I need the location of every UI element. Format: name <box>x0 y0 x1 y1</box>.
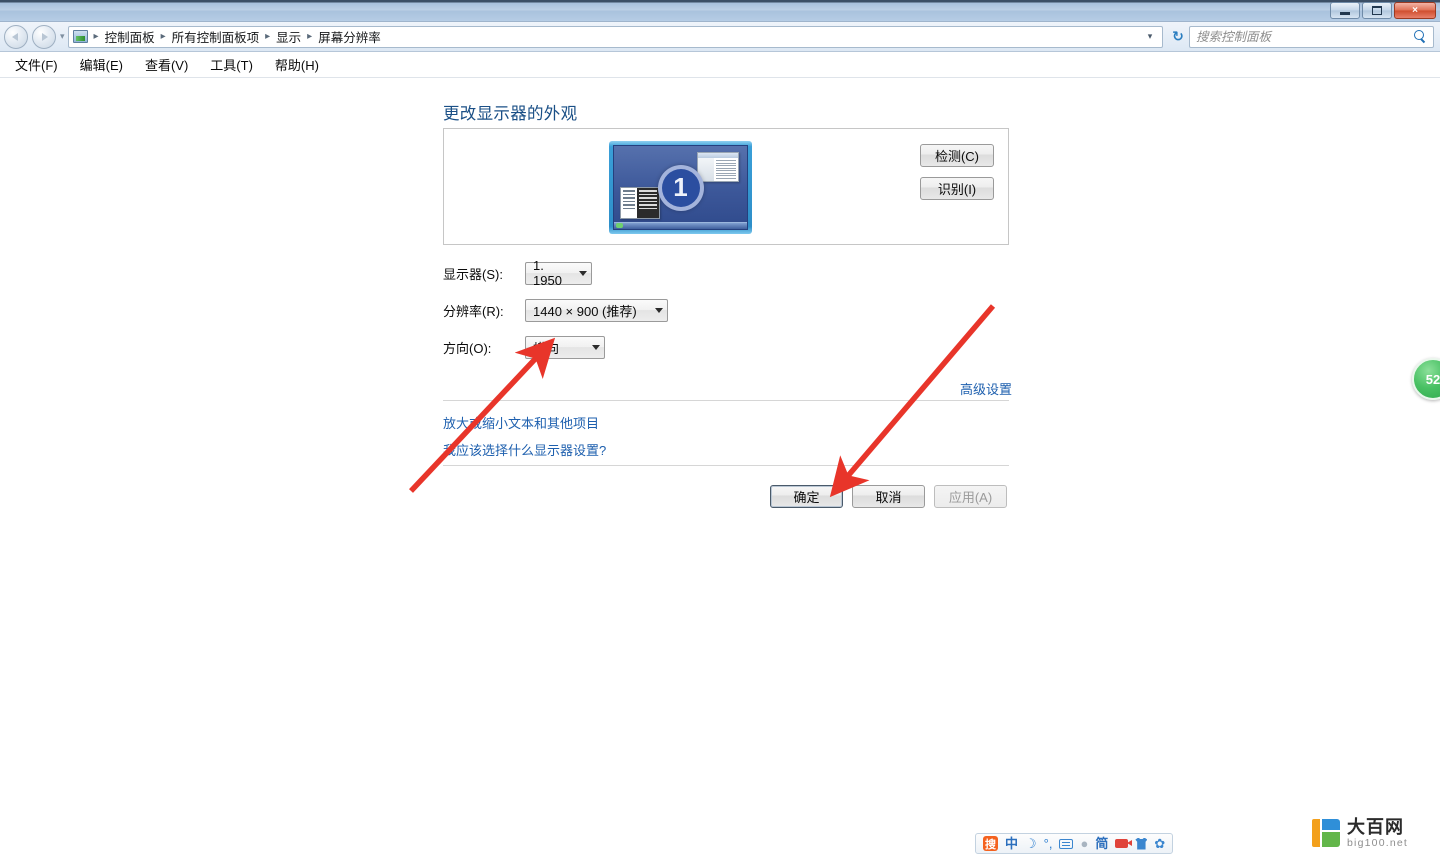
ok-button[interactable]: 确定 <box>770 485 843 508</box>
display-select-value: 1. 1950 <box>533 258 562 288</box>
chevron-down-icon[interactable]: ▾ <box>1142 31 1158 42</box>
preview-window-thumbnail <box>697 152 739 182</box>
soft-keyboard-icon[interactable] <box>1059 838 1074 849</box>
forward-button[interactable] <box>32 24 56 49</box>
moon-icon[interactable]: ☽ <box>1025 837 1037 850</box>
watermark-cn-text: 大百网 <box>1347 817 1404 837</box>
ime-toolbar: 搜 中 ☽ °, ● 简 ✿ <box>975 833 1174 854</box>
chinese-mode-icon[interactable]: 中 <box>1005 837 1018 850</box>
display-icon <box>72 30 88 43</box>
divider <box>443 465 1009 466</box>
skin-icon[interactable] <box>1135 837 1148 850</box>
resolution-select-value: 1440 × 900 (推荐) <box>533 303 637 319</box>
monitor-thumbnail[interactable]: 1 <box>609 141 752 234</box>
scale-text-link[interactable]: 放大或缩小文本和其他项目 <box>443 413 599 432</box>
breadcrumb-separator: ▸ <box>307 31 313 42</box>
settings-gear-icon[interactable]: ✿ <box>1154 837 1165 850</box>
page-title: 更改显示器的外观 <box>443 105 578 123</box>
menu-bar: 文件(F) 编辑(E) 查看(V) 工具(T) 帮助(H) <box>0 52 1440 78</box>
history-dropdown-icon[interactable]: ▾ <box>60 31 65 42</box>
menu-item-file[interactable]: 文件(F) <box>10 53 63 76</box>
user-account-icon[interactable]: ● <box>1080 837 1088 850</box>
dialog-button-group: 确定 取消 应用(A) <box>770 485 1007 508</box>
punctuation-icon[interactable]: °, <box>1044 837 1053 850</box>
advanced-settings-link[interactable]: 高级设置 <box>960 379 1012 398</box>
which-settings-link[interactable]: 我应该选择什么显示器设置? <box>443 440 606 459</box>
window-controls: × <box>1330 2 1436 19</box>
watermark-en-text: big100.net <box>1347 837 1409 849</box>
watermark: 大百网 big100.net <box>1312 818 1408 849</box>
search-input[interactable] <box>1196 29 1414 44</box>
label-orientation: 方向(O): <box>443 340 492 356</box>
breadcrumb-separator: ▸ <box>265 31 271 42</box>
maximize-button[interactable] <box>1362 2 1392 19</box>
display-select[interactable]: 1. 1950 <box>525 258 592 288</box>
search-box[interactable] <box>1189 25 1434 48</box>
detect-button[interactable]: 检测(C) <box>920 144 994 167</box>
search-icon[interactable] <box>1414 30 1427 43</box>
watermark-logo-icon <box>1312 819 1340 848</box>
menu-item-edit[interactable]: 编辑(E) <box>75 53 128 76</box>
breadcrumb-item-control-panel[interactable]: 控制面板 <box>102 26 158 47</box>
address-bar: ▾ ▸ 控制面板 ▸ 所有控制面板项 ▸ 显示 ▸ 屏幕分辨率 ▾ ↻ <box>0 22 1440 52</box>
monitor-number-label: 1 <box>657 164 704 211</box>
cancel-button[interactable]: 取消 <box>852 485 925 508</box>
menu-item-tools[interactable]: 工具(T) <box>205 53 258 76</box>
minimize-button[interactable] <box>1330 2 1360 19</box>
breadcrumb-separator: ▸ <box>93 31 99 42</box>
title-bar: × <box>0 0 1440 22</box>
sogou-logo-icon[interactable]: 搜 <box>983 836 998 851</box>
screen-resolution-window: × ▾ ▸ 控制面板 ▸ 所有控制面板项 ▸ 显示 ▸ 屏幕分辨率 ▾ ↻ 文件… <box>0 0 1440 855</box>
chevron-down-icon <box>579 270 587 276</box>
refresh-icon[interactable]: ↻ <box>1167 28 1189 45</box>
orientation-select[interactable]: 横向 <box>525 335 605 359</box>
screen-record-icon[interactable] <box>1115 839 1133 848</box>
simplified-mode-icon[interactable]: 简 <box>1095 837 1108 850</box>
label-display: 显示器(S): <box>443 266 503 282</box>
resolution-select[interactable]: 1440 × 900 (推荐) <box>525 298 668 322</box>
back-button[interactable] <box>4 24 28 49</box>
breadcrumb-item-screen-resolution[interactable]: 屏幕分辨率 <box>315 26 384 47</box>
chevron-down-icon <box>655 307 663 313</box>
breadcrumb-item-all-items[interactable]: 所有控制面板项 <box>169 26 263 47</box>
breadcrumb-item-display[interactable]: 显示 <box>273 26 304 47</box>
monitor-preview-panel: 1 检测(C) 识别(I) <box>443 128 1009 245</box>
orientation-select-value: 横向 <box>533 340 560 356</box>
field-row-orientation: 方向(O): 横向 <box>443 335 605 359</box>
chevron-down-icon <box>592 344 600 350</box>
divider <box>443 400 1009 401</box>
menu-item-view[interactable]: 查看(V) <box>140 53 193 76</box>
breadcrumb[interactable]: ▸ 控制面板 ▸ 所有控制面板项 ▸ 显示 ▸ 屏幕分辨率 ▾ <box>67 25 1163 48</box>
apply-button: 应用(A) <box>934 485 1007 508</box>
breadcrumb-separator: ▸ <box>160 31 166 42</box>
menu-item-help[interactable]: 帮助(H) <box>270 53 324 76</box>
identify-button[interactable]: 识别(I) <box>920 177 994 200</box>
preview-window-thumbnail <box>620 187 660 219</box>
field-row-resolution: 分辨率(R): 1440 × 900 (推荐) <box>443 298 668 322</box>
field-row-display: 显示器(S): 1. 1950 <box>443 258 592 288</box>
close-button[interactable]: × <box>1394 2 1436 19</box>
label-resolution: 分辨率(R): <box>443 303 504 319</box>
